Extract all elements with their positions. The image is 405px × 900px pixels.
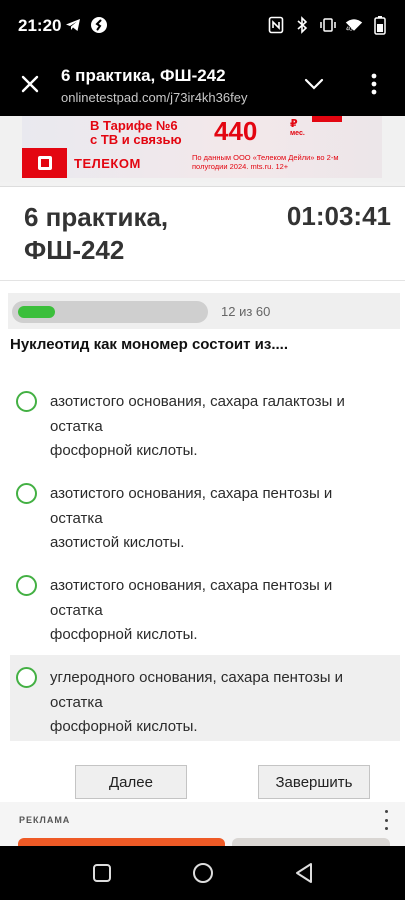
ad-tariff-text: В Тарифе №6 с ТВ и связью [90,118,182,147]
answer-option[interactable]: азотистого основания, сахара галактозы и… [10,379,400,465]
battery-icon [371,15,389,35]
ad-price-unit: ₽ мес. [290,118,305,138]
timer: 01:03:41 [286,201,391,231]
tab-url: onlinetestpad.com/j73ir4kh36fey [61,90,248,105]
vibrate-icon [319,15,337,35]
question-text: Нуклеотид как мономер состоит из.... [10,336,289,353]
ad-price: 440 [214,116,258,146]
finish-button[interactable]: Завершить [258,765,370,799]
ad-accent-stripe [312,116,342,122]
radio-button[interactable] [16,667,37,688]
progress-section: 12 из 60 [8,293,400,329]
answer-option-highlighted[interactable]: углеродного основания, сахара пентозы и … [10,655,400,741]
test-card: 6 практика, ФШ-242 01:03:41 12 из 60 Нук… [0,186,405,842]
mts-logo-icon [22,148,67,178]
home-icon[interactable] [190,860,216,886]
more-vert-icon[interactable] [380,810,392,830]
more-vert-icon[interactable] [362,70,386,98]
back-icon[interactable] [291,860,317,886]
system-nav-bar [0,846,405,900]
telegram-icon [64,15,82,35]
answer-label: азотистого основания, сахара пентозы и о… [50,577,333,643]
page-title: 6 практика, ФШ-242 [24,202,169,265]
browser-tab-header: 6 практика, ФШ-242 onlinetestpad.com/j73… [0,52,405,116]
radio-button[interactable] [16,391,37,412]
answer-label: углеродного основания, сахара пентозы и … [50,669,344,735]
nfc-icon [267,15,285,35]
ad-fine-print: По данным ООО «Телеком Дейли» во 2-м пол… [192,153,339,171]
divider [0,280,405,281]
status-time: 21:20 [18,16,62,35]
answer-option[interactable]: азотистого основания, сахара пентозы и о… [10,563,400,649]
radio-button[interactable] [16,575,37,596]
ad-thumbnail[interactable] [232,838,390,846]
shazam-icon [90,15,108,35]
ad-banner[interactable]: В Тарифе №6 с ТВ и связью 440 ₽ мес. ТЕЛ… [0,116,405,182]
radio-button[interactable] [16,483,37,504]
chevron-down-icon[interactable] [300,72,328,96]
answer-label: азотистого основания, сахара пентозы и о… [50,485,333,551]
answer-label: азотистого основания, сахара галактозы и… [50,393,345,459]
ad-brand: ТЕЛЕКОМ [74,156,141,171]
ad-banner-content[interactable]: В Тарифе №6 с ТВ и связью 440 ₽ мес. ТЕЛ… [22,116,382,178]
answer-option[interactable]: азотистого основания, сахара пентозы и о… [10,471,400,557]
bluetooth-icon [293,15,311,35]
close-icon[interactable] [14,68,46,100]
status-bar: 21:20 4G [0,0,405,52]
wifi-icon: 4G [345,15,363,35]
ad-label: РЕКЛАМА [19,815,71,825]
recents-icon[interactable] [89,860,115,886]
progress-bar [12,301,208,323]
tab-title: 6 практика, ФШ-242 [61,66,226,85]
svg-text:4G: 4G [346,27,353,33]
next-button[interactable]: Далее [75,765,187,799]
ad-thumbnail[interactable] [18,838,225,846]
progress-label: 12 из 60 [221,304,271,319]
progress-fill [18,306,55,318]
ad-footer: РЕКЛАМА [0,802,405,846]
page-body: 6 практика, ФШ-242 01:03:41 12 из 60 Нук… [0,182,405,844]
